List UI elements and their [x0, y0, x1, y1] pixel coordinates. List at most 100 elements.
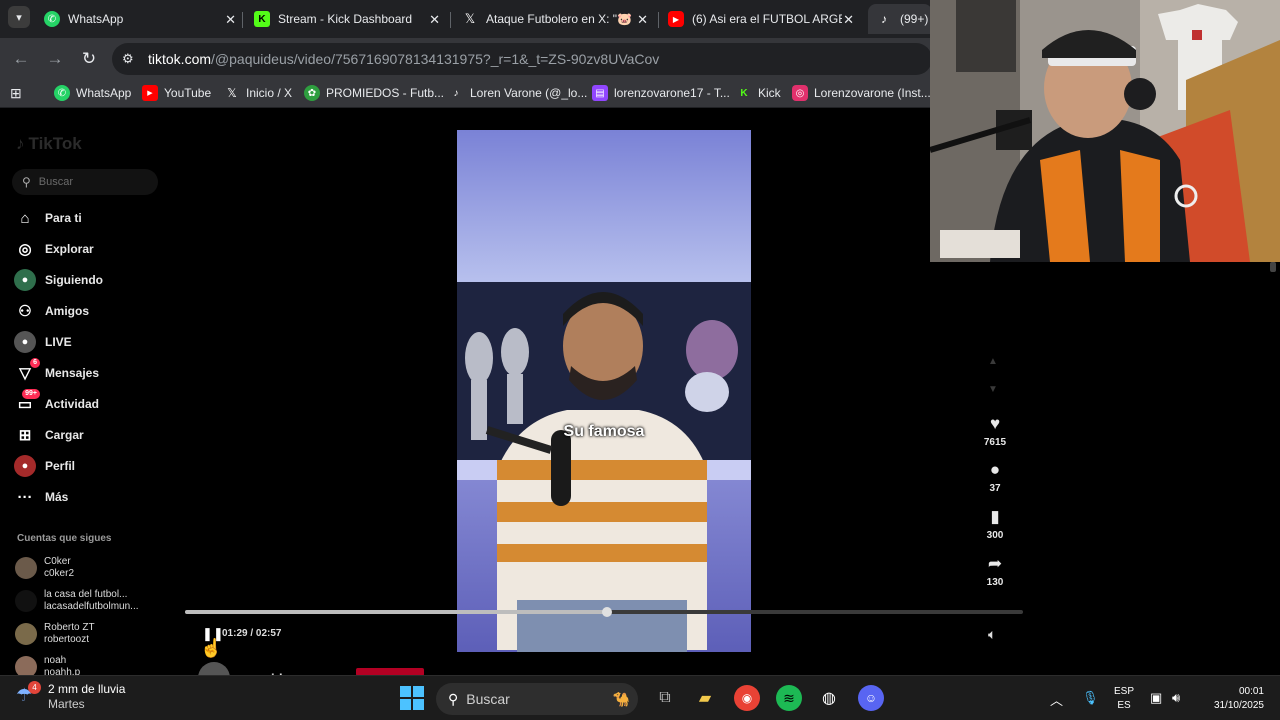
previous-video-chevron-icon[interactable]: ▲: [988, 356, 998, 367]
search-highlight-icon: 🐪: [612, 690, 630, 707]
whatsapp-icon: ✆: [44, 11, 60, 27]
nav-label: Explorar: [45, 242, 94, 256]
bookmark-kick[interactable]: K Kick: [736, 85, 780, 101]
close-icon[interactable]: ✕: [429, 12, 440, 28]
windows-taskbar: ☂ 4 2 mm de lluvia Martes ⚲ Buscar 🐪 ⧉ ▰…: [0, 675, 1280, 720]
close-icon[interactable]: ✕: [225, 12, 236, 28]
tab-whatsapp[interactable]: ✆ WhatsApp ✕: [44, 4, 236, 34]
tab-title: Stream - Kick Dashboard: [278, 12, 413, 26]
network-icon[interactable]: ▣: [1150, 690, 1162, 706]
tiktok-icon: ♪: [16, 134, 25, 153]
nav-explorar[interactable]: ◎ Explorar: [14, 237, 94, 261]
nav-mas[interactable]: ··· Más: [14, 485, 69, 509]
share-count: 130: [986, 577, 1004, 588]
bookmark-button[interactable]: ▮ 300: [980, 507, 1010, 541]
search-icon: ⚲: [22, 175, 31, 189]
account-handle: robertoozt: [44, 634, 90, 645]
twitch-icon: ▤: [592, 85, 608, 101]
obs-icon[interactable]: ◍: [816, 685, 842, 711]
bookmark-youtube[interactable]: ▶ YouTube: [142, 85, 211, 101]
nav-perfil[interactable]: ● Perfil: [14, 454, 75, 478]
search-input[interactable]: ⚲ Buscar: [12, 169, 158, 195]
tiktok-logo[interactable]: ♪ TikTok: [16, 134, 82, 154]
video-progress-fill: [185, 610, 607, 614]
tiktok-icon: ♪: [881, 12, 887, 26]
nav-label: Para ti: [45, 211, 82, 225]
video-progress-handle[interactable]: [601, 607, 612, 617]
following-icon: ●: [14, 269, 36, 291]
video-progress-bar[interactable]: [185, 607, 1023, 617]
language-code: ESP: [1113, 686, 1134, 697]
rain-cloud-icon: ☂ 4: [16, 681, 41, 709]
reload-icon[interactable]: ↻: [78, 48, 100, 70]
avatar: [15, 590, 37, 612]
messages-icon: ▽ 6: [14, 358, 40, 384]
video-player[interactable]: Su famosa: [457, 130, 751, 652]
nav-para-ti[interactable]: ⌂ Para ti: [14, 206, 82, 230]
nav-label: Siguiendo: [45, 273, 103, 287]
bookmark-instagram[interactable]: ◎ Lorenzovarone (Inst...: [792, 85, 931, 101]
bookmark-promiedos[interactable]: ✿ PROMIEDOS - Futb...: [304, 85, 444, 101]
following-account[interactable]: Roberto ZT robertoozt: [15, 622, 144, 646]
tab-tiktok-active[interactable]: ♪ (99+): [868, 4, 932, 34]
taskbar-search[interactable]: ⚲ Buscar 🐪: [436, 683, 638, 715]
discord-icon[interactable]: ☺: [858, 685, 884, 711]
spotify-icon[interactable]: ≋: [776, 685, 802, 711]
task-view-icon[interactable]: ⧉: [652, 685, 678, 711]
activity-icon: ▭ 99+: [14, 389, 40, 415]
nav-siguiendo[interactable]: ● Siguiendo: [14, 268, 103, 292]
forward-arrow-icon[interactable]: →: [44, 48, 66, 70]
following-account[interactable]: C0ker c0ker2: [15, 556, 144, 580]
nav-mensajes[interactable]: ▽ 6 Mensajes: [14, 358, 100, 385]
account-name: la casa del futbol...: [44, 589, 128, 600]
tab-youtube[interactable]: ▶ (6) Asi era el FUTBOL ARGEN ✕: [668, 4, 854, 34]
comment-icon: ●: [989, 460, 1001, 479]
bookmark-whatsapp[interactable]: ✆ WhatsApp: [54, 85, 131, 101]
windows-start-icon[interactable]: [400, 686, 424, 710]
site-settings-icon[interactable]: ⚙: [122, 51, 142, 67]
following-account[interactable]: la casa del futbol... lacasadelfutbolmun…: [15, 589, 144, 613]
bookmark-icon: ▮: [990, 507, 1000, 526]
tab-x-ataque-futbolero[interactable]: 𝕏 Ataque Futbolero en X: "🐷 ✕: [462, 4, 648, 34]
weather-widget[interactable]: ☂ 4 2 mm de lluvia Martes: [16, 681, 125, 712]
messages-badge: 6: [30, 358, 40, 368]
speaker-icon[interactable]: 🔊︎: [1172, 690, 1180, 706]
like-button[interactable]: ♥ 7615: [980, 414, 1010, 448]
back-arrow-icon[interactable]: ←: [10, 48, 32, 70]
url-path: /@paquideus/video/7567169078134131975?_r…: [211, 51, 660, 67]
volume-icon[interactable]: 🔈︎: [988, 626, 996, 643]
comment-button[interactable]: ● 37: [980, 460, 1010, 494]
bookmark-x[interactable]: 𝕏 Inicio / X: [224, 85, 292, 101]
nav-amigos[interactable]: ⚇ Amigos: [14, 299, 89, 323]
nav-label: Mensajes: [45, 366, 100, 380]
nav-label: Actividad: [45, 397, 100, 411]
x-icon: 𝕏: [464, 11, 476, 26]
tab-search-chevron-icon[interactable]: ▾: [8, 6, 30, 28]
scrollbar-thumb[interactable]: [1270, 262, 1276, 272]
video-frame-illustration: [457, 130, 751, 652]
nav-live[interactable]: ● LIVE: [14, 330, 72, 354]
bookmark-tiktok[interactable]: ♪ Loren Varone (@_lo...: [448, 85, 588, 101]
apps-grid-icon[interactable]: ⊞: [10, 85, 22, 102]
bookmark-twitch[interactable]: ▤ lorenzovarone17 - T...: [592, 85, 730, 101]
show-hidden-icons-chevron-icon[interactable]: ︿: [1050, 690, 1063, 709]
live-icon: ●: [14, 331, 36, 353]
system-clock[interactable]: 00:01 31/10/2025: [1200, 685, 1264, 713]
nav-actividad[interactable]: ▭ 99+ Actividad: [14, 389, 100, 416]
file-explorer-icon[interactable]: ▰: [692, 685, 718, 711]
close-icon[interactable]: ✕: [843, 12, 854, 28]
tab-kick-dashboard[interactable]: K Stream - Kick Dashboard ✕: [254, 4, 440, 34]
microphone-icon[interactable]: 🎙︎: [1082, 690, 1099, 706]
share-button[interactable]: ➦ 130: [980, 554, 1010, 588]
chrome-icon[interactable]: ◉: [734, 685, 760, 711]
input-language[interactable]: ESP ES: [1112, 685, 1136, 713]
tab-title: (99+): [900, 12, 929, 26]
nav-cargar[interactable]: ⊞ Cargar: [14, 423, 84, 447]
close-icon[interactable]: ✕: [637, 12, 648, 28]
weather-badge: 4: [28, 681, 41, 694]
next-video-chevron-icon[interactable]: ▼: [988, 384, 998, 395]
account-name: Roberto ZT: [44, 622, 95, 633]
bookmark-label: Loren Varone (@_lo...: [470, 86, 588, 100]
address-bar[interactable]: ⚙ tiktok.com /@paquideus/video/756716907…: [112, 43, 932, 75]
kick-icon: K: [740, 87, 748, 99]
